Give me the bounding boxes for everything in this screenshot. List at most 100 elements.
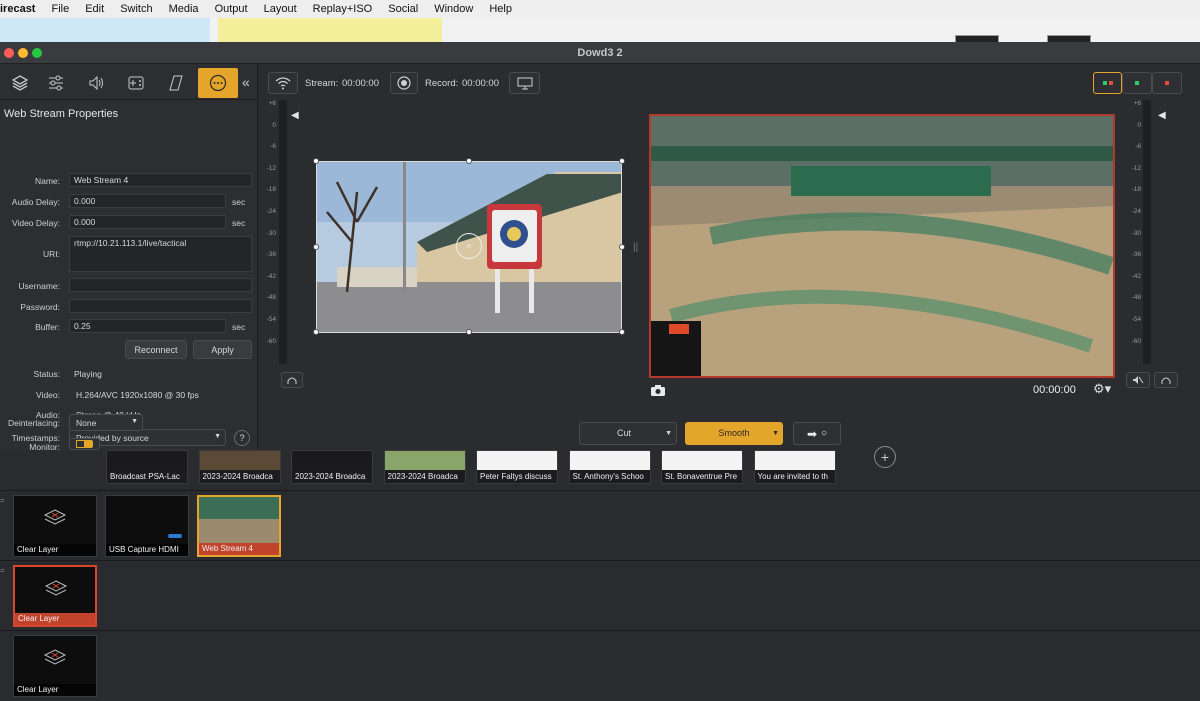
drag-handle-icon[interactable]: = [0, 496, 5, 505]
reconnect-button[interactable]: Reconnect [125, 340, 187, 359]
meter-scale-tick: +6 [1133, 100, 1141, 107]
audio-icon[interactable] [76, 68, 116, 98]
more-icon[interactable] [198, 68, 238, 98]
menu-file[interactable]: File [43, 0, 77, 18]
help-button[interactable]: ? [234, 430, 250, 446]
mute-button[interactable] [1126, 372, 1150, 388]
media-bin-item-label: Peter Faltys discuss [477, 470, 557, 483]
resize-handle[interactable] [619, 329, 625, 335]
menu-window[interactable]: Window [426, 0, 481, 18]
shot-thumbnail[interactable]: Web Stream 4 [197, 495, 281, 557]
media-bin-item[interactable]: Broadcast PSA-Lac [106, 450, 188, 484]
menu-app-name[interactable]: irecast [0, 0, 43, 18]
media-bin-item-label: You are invited to th [754, 470, 835, 483]
program-timecode: 00:00:00 [1033, 384, 1076, 396]
auto-transition-button[interactable]: ➡ ○ [793, 422, 841, 445]
stream-button[interactable] [268, 72, 298, 94]
chevron-down-icon: ▼ [772, 430, 779, 437]
speaker-mute-icon [1133, 376, 1144, 384]
preview-dot-icon [1135, 81, 1139, 85]
clear-layer-icon [43, 648, 67, 675]
status-label: Status: [33, 369, 60, 379]
triangle-left-icon[interactable]: ◀ [1158, 110, 1166, 121]
sticky-note-blue [0, 18, 210, 42]
meter-scale-tick: -12 [266, 164, 276, 172]
username-label: Username: [18, 281, 60, 291]
deinterlacing-label: Deinterlacing: [8, 418, 60, 428]
rectangle-icon[interactable] [156, 68, 196, 98]
resize-handle[interactable] [619, 244, 625, 250]
drag-handle-icon[interactable]: = [0, 566, 5, 575]
sliders-icon[interactable] [36, 68, 76, 98]
media-bin-item-label: 2023-2024 Broadca [384, 470, 465, 483]
shot-thumbnail[interactable]: USB Capture HDMI [105, 495, 189, 557]
window-title: Dowd3 2 [577, 47, 623, 59]
transition-type-value: Cut [617, 428, 632, 438]
uri-label: URI: [43, 249, 60, 259]
video-delay-field[interactable]: 0.000 [69, 215, 226, 229]
menu-edit[interactable]: Edit [77, 0, 112, 18]
settings-gear-icon[interactable]: ⚙▾ [1093, 381, 1111, 397]
clear-layer-icon [43, 508, 67, 535]
layout-preview-program-button[interactable] [1093, 72, 1122, 94]
media-bin-item[interactable]: Peter Faltys discuss [476, 450, 558, 484]
program-dot-icon [1108, 81, 1113, 85]
media-bin-item[interactable]: 2023-2024 Broadca [291, 450, 373, 484]
resize-handle[interactable] [313, 329, 319, 335]
smooth-transition-button[interactable]: Smooth ▼ [685, 422, 783, 445]
buffer-field[interactable]: 0.25 [69, 319, 226, 333]
menu-layout[interactable]: Layout [256, 0, 305, 18]
media-bin-item[interactable]: 2023-2024 Broadca [198, 450, 281, 484]
shot-label: Clear Layer [14, 544, 96, 556]
deinterlacing-value: None [76, 418, 97, 428]
preview-dot-icon [1102, 81, 1107, 85]
menu-output[interactable]: Output [207, 0, 256, 18]
crosshair-icon[interactable]: × [456, 233, 482, 259]
menu-media[interactable]: Media [161, 0, 207, 18]
add-media-button[interactable]: + [874, 446, 896, 468]
splitter-handle[interactable]: || [633, 242, 638, 253]
transition-type-select[interactable]: Cut ▼ [579, 422, 677, 445]
password-field[interactable] [69, 299, 252, 313]
display-output-button[interactable] [509, 72, 540, 94]
wifi-icon [275, 77, 291, 90]
audio-delay-unit: sec [232, 197, 246, 207]
audio-follow-button[interactable] [281, 372, 303, 388]
layer-row [0, 630, 1200, 701]
monitor-toggle[interactable] [69, 438, 100, 450]
deinterlacing-select[interactable]: None ▼ [69, 414, 143, 431]
audio-delay-field[interactable]: 0.000 [69, 194, 226, 208]
apply-button[interactable]: Apply [193, 340, 252, 359]
menu-replay-iso[interactable]: Replay+ISO [305, 0, 381, 18]
name-field[interactable]: Web Stream 4 [69, 173, 252, 187]
record-button[interactable] [390, 72, 418, 94]
media-bin-item[interactable]: St. Anthony's Schoo [568, 450, 651, 484]
menu-switch[interactable]: Switch [112, 0, 160, 18]
meter-scale-tick: +6 [268, 100, 276, 107]
uri-field[interactable]: rtmp://10.21.113.1/live/tactical [69, 236, 252, 272]
layout-preview-only-button[interactable] [1122, 72, 1152, 94]
audio-follow-program-button[interactable] [1154, 372, 1178, 388]
media-bin-item[interactable]: St. Bonaventrue Pre [661, 450, 743, 484]
resize-handle[interactable] [619, 158, 625, 164]
resize-handle[interactable] [313, 244, 319, 250]
chevron-down-icon: ▼ [665, 430, 672, 437]
gamepad-icon[interactable] [116, 68, 156, 98]
layout-program-only-button[interactable] [1152, 72, 1182, 94]
media-bin-item[interactable]: 2023-2024 Broadca [383, 450, 466, 484]
menu-social[interactable]: Social [380, 0, 426, 18]
resize-handle[interactable] [466, 158, 472, 164]
shot-thumbnail[interactable]: Clear Layer [13, 565, 97, 627]
resize-handle[interactable] [313, 158, 319, 164]
triangle-left-icon[interactable]: ◀ [291, 110, 299, 121]
media-bin-item[interactable]: You are invited to th [753, 450, 836, 484]
meter-scale-tick: -30 [266, 229, 276, 237]
shot-thumbnail[interactable]: Clear Layer [13, 495, 97, 557]
collapse-panel-button[interactable]: « [242, 74, 250, 90]
username-field[interactable] [69, 278, 252, 292]
shot-thumbnail[interactable]: Clear Layer [13, 635, 97, 697]
resize-handle[interactable] [466, 329, 472, 335]
layers-icon[interactable] [0, 68, 40, 98]
menu-help[interactable]: Help [481, 0, 520, 18]
snapshot-button[interactable] [650, 384, 666, 402]
